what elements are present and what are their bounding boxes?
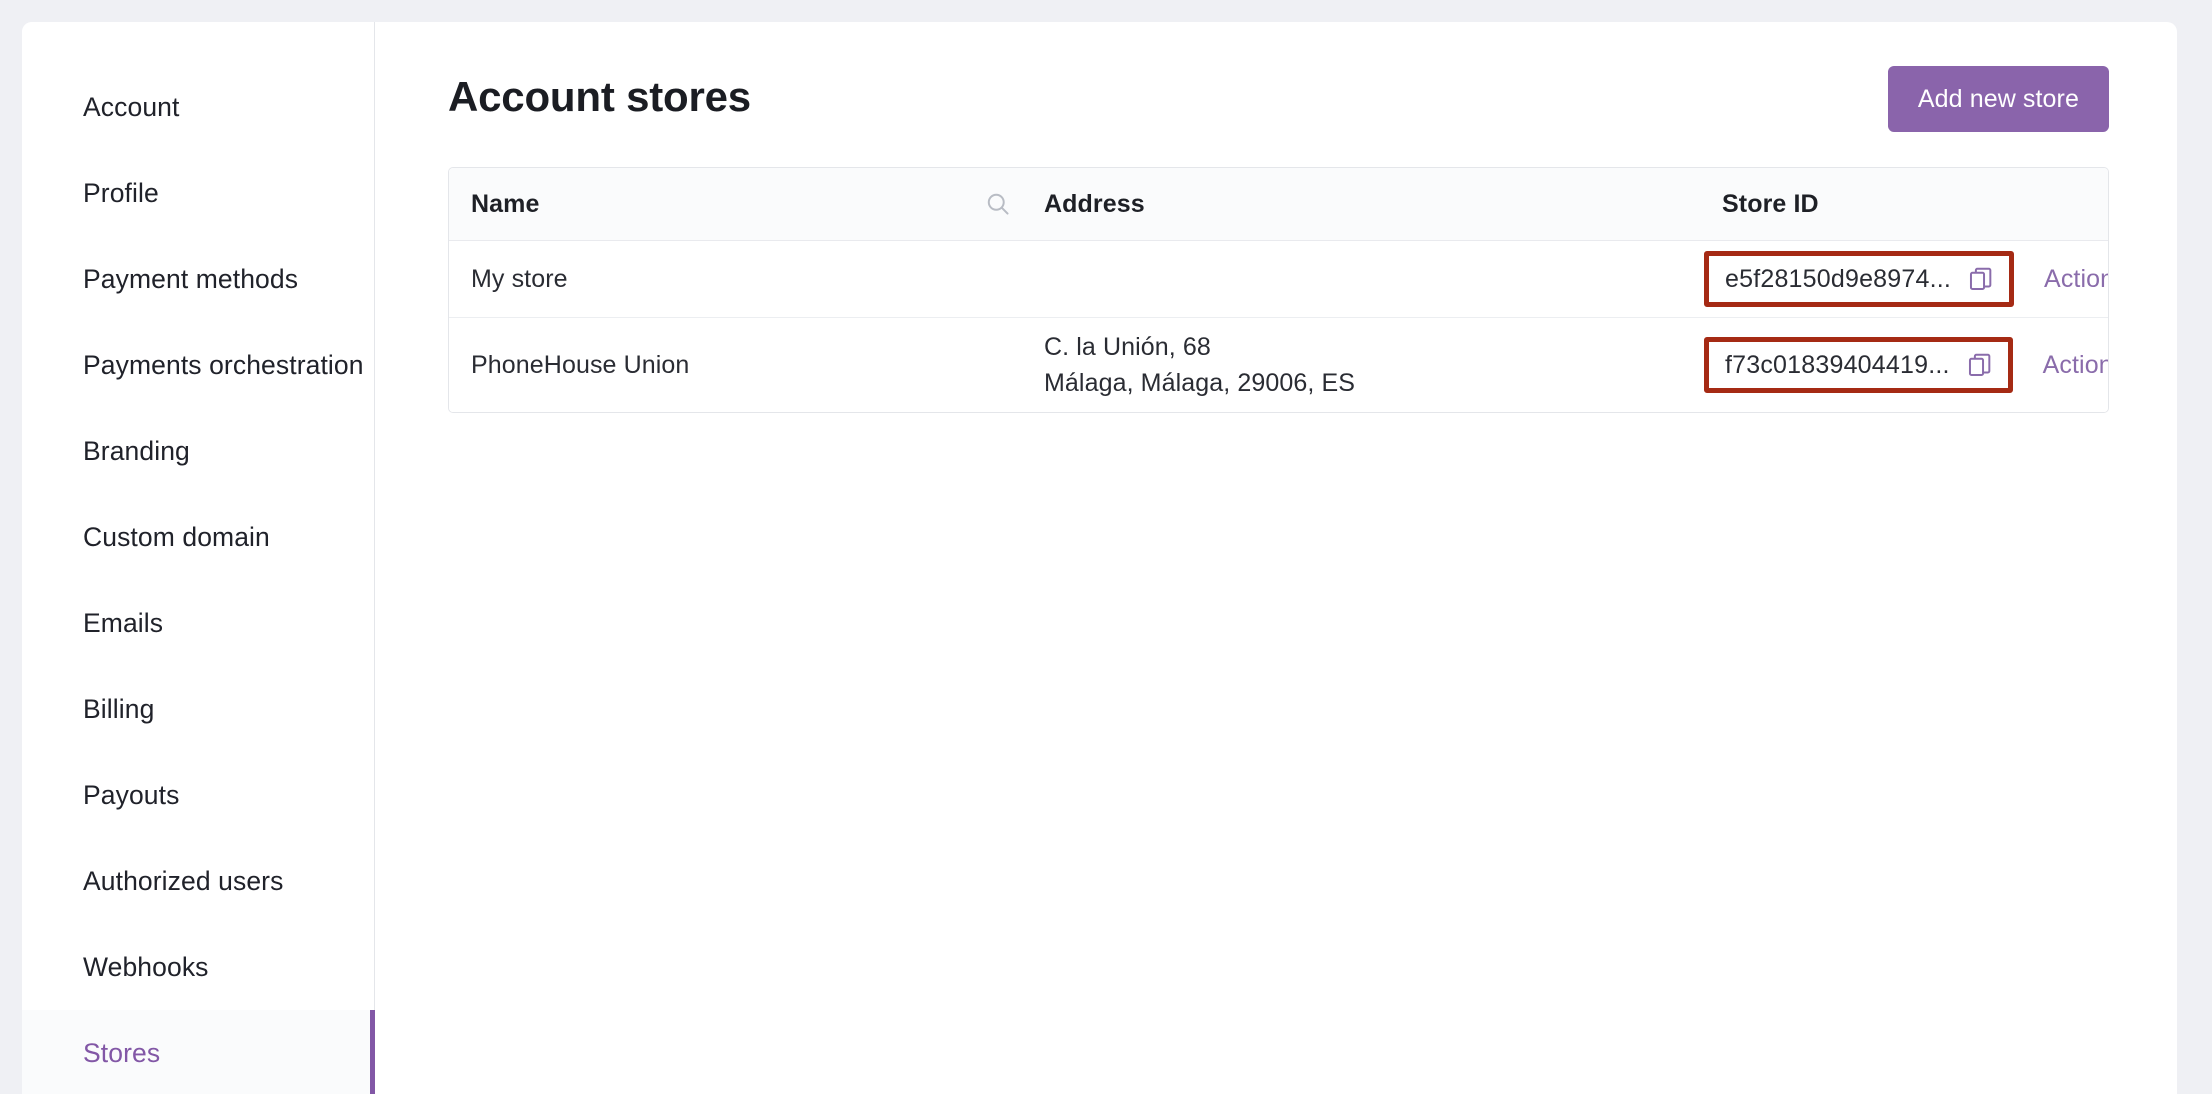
- sidebar-item-label: Payouts: [83, 779, 180, 810]
- sidebar-item-label: Authorized users: [83, 865, 284, 896]
- sidebar-item-label: Payment methods: [83, 263, 299, 294]
- settings-card: Account Profile Payment methods Payments…: [22, 22, 2177, 1094]
- page-title: Account stores: [448, 73, 751, 120]
- copy-icon[interactable]: [1967, 265, 1995, 293]
- column-header-store-id: Store ID: [1700, 190, 2108, 219]
- sidebar-item-label: Stores: [83, 1037, 161, 1068]
- sidebar-item-emails[interactable]: Emails: [22, 580, 374, 666]
- sidebar-item-label: Profile: [83, 177, 159, 208]
- store-id-value: f73c01839404419...: [1725, 350, 1950, 379]
- sidebar-item-label: Custom domain: [83, 521, 270, 552]
- column-header-address-label: Address: [1044, 189, 1145, 218]
- sidebar-item-label: Account: [83, 91, 180, 122]
- actions-dropdown-button[interactable]: Actions: [2044, 264, 2108, 294]
- cell-store-name: My store: [449, 265, 961, 294]
- store-id-box[interactable]: f73c01839404419...: [1704, 337, 2013, 393]
- copy-icon[interactable]: [1966, 351, 1994, 379]
- cell-store-id: f73c01839404419... Actions: [1700, 337, 2108, 393]
- sidebar-item-payments-orchestration[interactable]: Payments orchestration: [22, 322, 374, 408]
- page-header: Account stores Add new store: [448, 66, 2109, 144]
- column-header-name-label: Name: [471, 189, 540, 218]
- store-id-annotation-highlight: f73c01839404419...: [1704, 337, 2013, 393]
- sidebar-item-authorized-users[interactable]: Authorized users: [22, 838, 374, 924]
- store-name-value: PhoneHouse Union: [471, 350, 690, 379]
- sidebar-item-label: Branding: [83, 435, 190, 466]
- sidebar-item-webhooks[interactable]: Webhooks: [22, 924, 374, 1010]
- sidebar-item-custom-domain[interactable]: Custom domain: [22, 494, 374, 580]
- store-address-line2: Málaga, Málaga, 29006, ES: [1044, 369, 1356, 397]
- actions-dropdown-button[interactable]: Actions: [2042, 350, 2108, 380]
- actions-label: Actions: [2044, 264, 2108, 293]
- sidebar-item-billing[interactable]: Billing: [22, 666, 374, 752]
- sidebar-item-payouts[interactable]: Payouts: [22, 752, 374, 838]
- column-header-name: Name: [449, 190, 961, 219]
- sidebar-item-profile[interactable]: Profile: [22, 150, 374, 236]
- sidebar-item-stores[interactable]: Stores: [22, 1010, 375, 1094]
- sidebar-item-branding[interactable]: Branding: [22, 408, 374, 494]
- column-header-address: Address: [1034, 190, 1700, 219]
- store-id-annotation-highlight: e5f28150d9e8974...: [1704, 251, 2015, 307]
- search-icon: [987, 193, 1009, 215]
- store-address-line1: C. la Unión, 68: [1044, 333, 1211, 361]
- cell-store-name: PhoneHouse Union: [449, 351, 961, 380]
- actions-label: Actions: [2042, 350, 2108, 379]
- sidebar-item-account[interactable]: Account: [22, 64, 374, 150]
- sidebar-item-label: Billing: [83, 693, 155, 724]
- add-new-store-button[interactable]: Add new store: [1887, 66, 2109, 132]
- cell-store-id: e5f28150d9e8974... Actions: [1700, 251, 2108, 307]
- name-search-button[interactable]: [961, 190, 1034, 218]
- store-name-value: My store: [471, 264, 568, 293]
- main-content: Account stores Add new store Name Addres…: [375, 22, 2177, 1094]
- store-id-box[interactable]: e5f28150d9e8974...: [1704, 251, 2015, 307]
- table-row[interactable]: PhoneHouse Union C. la Unión, 68 Málaga,…: [449, 318, 2108, 412]
- account-stores-table: Name Address Store ID My store e5f28150d…: [448, 167, 2109, 413]
- table-row[interactable]: My store e5f28150d9e8974... Actio: [449, 241, 2108, 318]
- column-header-store-id-label: Store ID: [1722, 189, 1819, 218]
- sidebar-item-label: Emails: [83, 607, 164, 638]
- sidebar-item-label: Payments orchestration: [83, 349, 364, 380]
- settings-sidebar: Account Profile Payment methods Payments…: [22, 22, 375, 1094]
- cell-store-address: C. la Unión, 68 Málaga, Málaga, 29006, E…: [1034, 329, 1700, 401]
- store-id-value: e5f28150d9e8974...: [1725, 264, 1952, 293]
- sidebar-item-payment-methods[interactable]: Payment methods: [22, 236, 374, 322]
- sidebar-item-label: Webhooks: [83, 951, 209, 982]
- table-header-row: Name Address Store ID: [449, 168, 2108, 241]
